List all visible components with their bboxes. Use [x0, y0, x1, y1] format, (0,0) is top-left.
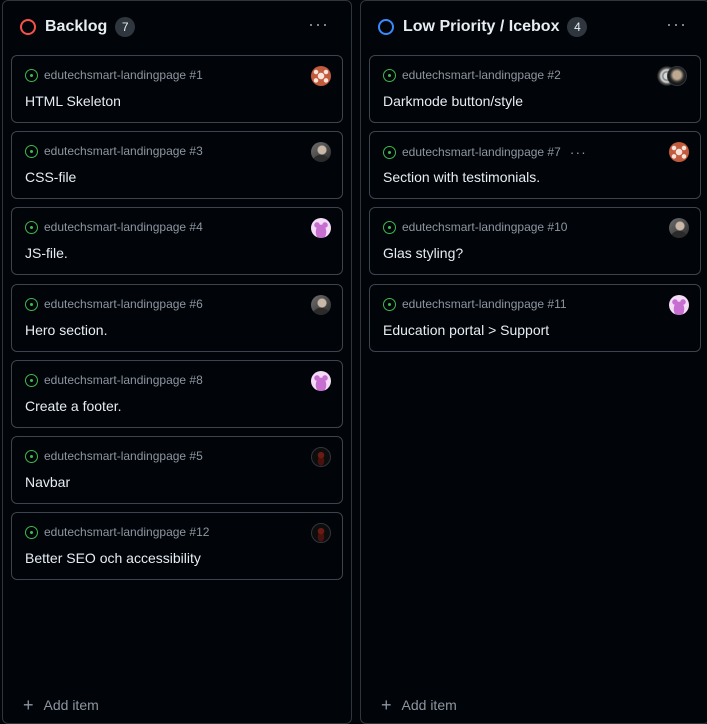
open-issue-icon	[25, 220, 38, 234]
column-header: Low Priority / Icebox 4 ···	[361, 1, 707, 53]
issue-reference[interactable]: edutechsmart-landingpage #11	[402, 297, 567, 311]
card-title[interactable]: Better SEO och accessibility	[25, 550, 201, 566]
assignee-avatar[interactable]	[669, 295, 689, 315]
issue-card[interactable]: edutechsmart-landingpage #6 Hero section…	[11, 284, 343, 352]
issue-card[interactable]: edutechsmart-landingpage #1 HTML Skeleto…	[11, 55, 343, 123]
assignee-avatar[interactable]	[311, 218, 331, 238]
issue-card[interactable]: edutechsmart-landingpage #8 Create a foo…	[11, 360, 343, 428]
card-meta: edutechsmart-landingpage #1	[25, 68, 203, 82]
card-title[interactable]: HTML Skeleton	[25, 93, 121, 109]
column-menu-button[interactable]: ···	[666, 15, 687, 33]
card-meta: edutechsmart-landingpage #3	[25, 144, 203, 158]
card-meta: edutechsmart-landingpage #2	[383, 68, 561, 82]
open-issue-icon	[25, 144, 38, 158]
assignee-avatar-group[interactable]	[657, 66, 687, 86]
issue-reference[interactable]: edutechsmart-landingpage #6	[44, 297, 203, 311]
card-meta: edutechsmart-landingpage #6	[25, 297, 203, 311]
card-title[interactable]: Section with testimonials.	[383, 169, 540, 185]
issue-reference[interactable]: edutechsmart-landingpage #7	[402, 145, 561, 159]
add-item-label: Add item	[43, 697, 99, 713]
assignee-avatar[interactable]	[311, 447, 331, 467]
open-issue-icon	[25, 297, 38, 311]
column-count-badge: 7	[115, 17, 136, 37]
issue-reference[interactable]: edutechsmart-landingpage #12	[44, 525, 209, 539]
card-meta: edutechsmart-landingpage #12	[25, 525, 209, 539]
open-issue-icon	[383, 145, 396, 159]
open-issue-icon	[25, 525, 38, 539]
assignee-avatar[interactable]	[311, 142, 331, 162]
add-item-button[interactable]: + Add item	[23, 695, 99, 715]
add-item-label: Add item	[401, 697, 457, 713]
card-menu-button[interactable]: ···	[570, 144, 587, 160]
issue-card[interactable]: edutechsmart-landingpage #10 Glas stylin…	[369, 207, 701, 275]
column-header: Backlog 7 ···	[3, 1, 351, 53]
open-issue-icon	[25, 449, 38, 463]
open-issue-icon	[383, 297, 396, 311]
assignee-avatar[interactable]	[311, 371, 331, 391]
open-issue-icon	[383, 68, 396, 82]
plus-icon: +	[23, 695, 34, 715]
open-issue-icon	[383, 220, 396, 234]
assignee-avatar[interactable]	[669, 142, 689, 162]
status-ring-icon	[378, 19, 394, 35]
plus-icon: +	[381, 695, 392, 715]
issue-reference[interactable]: edutechsmart-landingpage #3	[44, 144, 203, 158]
card-meta: edutechsmart-landingpage #10	[383, 220, 567, 234]
issue-card[interactable]: edutechsmart-landingpage #5 Navbar	[11, 436, 343, 504]
issue-card[interactable]: edutechsmart-landingpage #11 Education p…	[369, 284, 701, 352]
assignee-avatar[interactable]	[667, 66, 687, 86]
column-low-priority-icebox: Low Priority / Icebox 4 ··· edutechsmart…	[360, 0, 707, 724]
card-title[interactable]: Education portal > Support	[383, 322, 549, 338]
card-title[interactable]: Create a footer.	[25, 398, 122, 414]
assignee-avatar[interactable]	[669, 218, 689, 238]
assignee-avatar[interactable]	[311, 66, 331, 86]
assignee-avatar[interactable]	[311, 295, 331, 315]
issue-card[interactable]: edutechsmart-landingpage #4 JS-file.	[11, 207, 343, 275]
issue-card[interactable]: edutechsmart-landingpage #12 Better SEO …	[11, 512, 343, 580]
open-issue-icon	[25, 68, 38, 82]
card-title[interactable]: JS-file.	[25, 245, 68, 261]
open-issue-icon	[25, 373, 38, 387]
column-title: Low Priority / Icebox	[403, 18, 560, 35]
column-menu-button[interactable]: ···	[308, 15, 329, 33]
issue-card[interactable]: edutechsmart-landingpage #2 Darkmode but…	[369, 55, 701, 123]
card-meta: edutechsmart-landingpage #5	[25, 449, 203, 463]
issue-card[interactable]: edutechsmart-landingpage #7 ··· Section …	[369, 131, 701, 199]
column-count-badge: 4	[567, 17, 588, 37]
card-meta: edutechsmart-landingpage #7 ···	[383, 144, 587, 160]
card-title[interactable]: Darkmode button/style	[383, 93, 523, 109]
card-meta: edutechsmart-landingpage #4	[25, 220, 203, 234]
issue-reference[interactable]: edutechsmart-landingpage #2	[402, 68, 561, 82]
column-backlog: Backlog 7 ··· edutechsmart-landingpage #…	[2, 0, 352, 724]
card-title[interactable]: CSS-file	[25, 169, 76, 185]
card-title[interactable]: Navbar	[25, 474, 70, 490]
assignee-avatar[interactable]	[311, 523, 331, 543]
issue-card[interactable]: edutechsmart-landingpage #3 CSS-file	[11, 131, 343, 199]
card-meta: edutechsmart-landingpage #8	[25, 373, 203, 387]
column-title: Backlog	[45, 18, 108, 35]
card-title[interactable]: Hero section.	[25, 322, 107, 338]
add-item-button[interactable]: + Add item	[381, 695, 457, 715]
issue-reference[interactable]: edutechsmart-landingpage #4	[44, 220, 203, 234]
issue-reference[interactable]: edutechsmart-landingpage #10	[402, 220, 567, 234]
card-meta: edutechsmart-landingpage #11	[383, 297, 567, 311]
status-ring-icon	[20, 19, 36, 35]
issue-reference[interactable]: edutechsmart-landingpage #1	[44, 68, 203, 82]
issue-reference[interactable]: edutechsmart-landingpage #5	[44, 449, 203, 463]
card-title[interactable]: Glas styling?	[383, 245, 463, 261]
issue-reference[interactable]: edutechsmart-landingpage #8	[44, 373, 203, 387]
